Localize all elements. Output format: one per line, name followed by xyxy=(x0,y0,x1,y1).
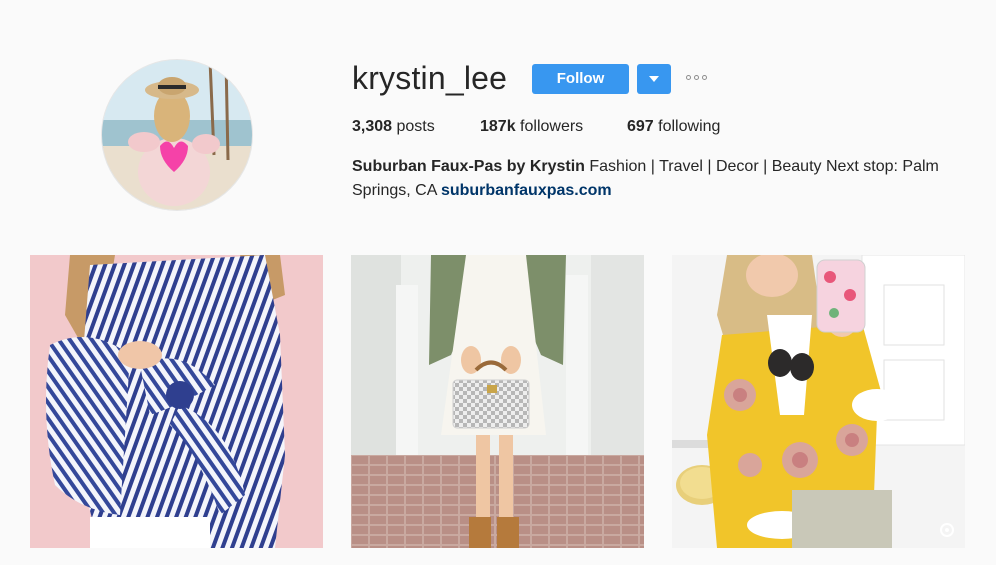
profile-bio: Suburban Faux-Pas by Krystin Fashion | T… xyxy=(352,155,962,203)
post-thumbnail[interactable] xyxy=(30,255,323,548)
suggested-accounts-dropdown-button[interactable] xyxy=(637,64,671,94)
posts-label: posts xyxy=(396,118,435,135)
follow-button[interactable]: Follow xyxy=(532,64,629,94)
photo-icon xyxy=(351,255,644,548)
photo-icon xyxy=(30,255,323,548)
followers-label: followers xyxy=(520,118,584,135)
profile-username: krystin_lee xyxy=(352,60,508,96)
followers-stat[interactable]: 187k followers xyxy=(480,117,583,137)
post-thumbnail[interactable] xyxy=(351,255,644,548)
followers-count: 187k xyxy=(480,118,516,135)
more-options-button[interactable] xyxy=(684,70,714,88)
caret-down-icon xyxy=(649,76,659,82)
photo-icon xyxy=(672,255,965,548)
profile-avatar[interactable] xyxy=(101,59,253,211)
posts-stat: 3,308 posts xyxy=(352,117,435,137)
following-count: 697 xyxy=(627,118,654,135)
following-stat[interactable]: 697 following xyxy=(627,117,720,137)
post-thumbnail[interactable] xyxy=(672,255,965,548)
bio-website-link[interactable]: suburbanfauxpas.com xyxy=(441,182,612,199)
carousel-icon xyxy=(940,523,954,537)
posts-count: 3,308 xyxy=(352,118,393,135)
avatar-photo xyxy=(102,60,252,210)
following-label: following xyxy=(658,118,721,135)
profile-full-name: Suburban Faux-Pas by Krystin xyxy=(352,158,585,175)
